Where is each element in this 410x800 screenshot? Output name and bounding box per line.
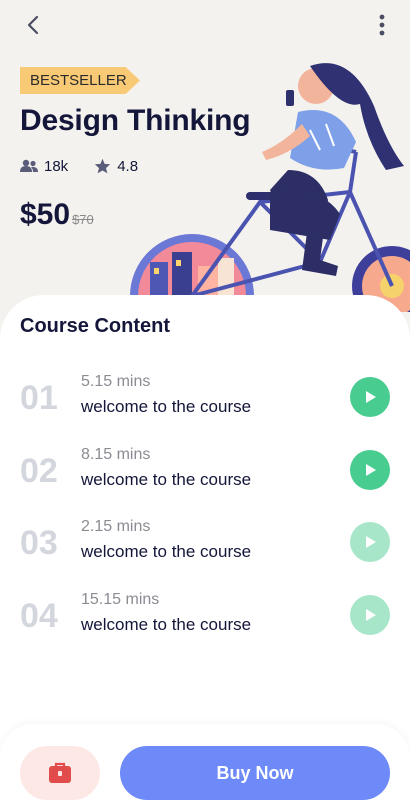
lesson-title: welcome to the course — [81, 542, 252, 561]
course-detail-screen: BESTSELLER Design Thinking 18k 4.8 $50 $… — [0, 0, 410, 800]
users-icon — [20, 159, 38, 172]
course-meta: 18k 4.8 — [20, 155, 138, 177]
play-icon — [366, 391, 376, 403]
lesson-duration: 15.15 mins — [81, 591, 160, 608]
more-vertical-icon — [379, 14, 385, 36]
play-icon — [366, 609, 376, 621]
lesson-duration: 5.15 mins — [81, 373, 151, 390]
back-button[interactable] — [20, 12, 46, 38]
course-title: Design Thinking — [20, 104, 251, 137]
play-button[interactable] — [350, 522, 390, 562]
price-row: $50 $70 — [20, 198, 94, 232]
lesson-number: 04 — [20, 597, 58, 635]
play-icon — [366, 536, 376, 548]
lesson-number: 01 — [20, 379, 58, 417]
lesson-title: welcome to the course — [81, 470, 252, 489]
lesson-number: 02 — [20, 452, 58, 490]
more-options-button[interactable] — [374, 12, 390, 38]
course-content-heading: Course Content — [20, 315, 170, 337]
top-bar — [0, 0, 410, 52]
buy-now-button[interactable]: Buy Now — [120, 746, 390, 800]
lesson-item[interactable]: 02 8.15 mins welcome to the course — [20, 446, 390, 498]
course-rating: 4.8 — [94, 158, 138, 175]
shopping-bag-icon — [49, 762, 71, 783]
students-count: 18k — [20, 158, 68, 175]
lesson-item[interactable]: 01 5.15 mins welcome to the course — [20, 373, 390, 425]
original-price: $70 — [72, 212, 94, 227]
play-icon — [366, 464, 376, 476]
bottom-action-bar: Buy Now — [0, 724, 410, 800]
lesson-duration: 8.15 mins — [81, 446, 151, 463]
lesson-title: welcome to the course — [81, 397, 252, 416]
play-button[interactable] — [350, 450, 390, 490]
add-to-cart-button[interactable] — [20, 746, 100, 800]
cyclist-illustration — [130, 63, 410, 312]
students-count-value: 18k — [44, 157, 69, 175]
lesson-item[interactable]: 03 2.15 mins welcome to the course — [20, 518, 390, 570]
current-price: $50 — [20, 198, 71, 231]
bestseller-badge: BESTSELLER — [20, 67, 140, 94]
play-button[interactable] — [350, 377, 390, 417]
course-rating-value: 4.8 — [117, 157, 139, 175]
chevron-left-icon — [27, 15, 39, 35]
lesson-duration: 2.15 mins — [81, 518, 151, 535]
star-icon — [95, 158, 111, 174]
lesson-title: welcome to the course — [81, 615, 252, 634]
play-button[interactable] — [350, 595, 390, 635]
lesson-item[interactable]: 04 15.15 mins welcome to the course — [20, 591, 390, 643]
lesson-number: 03 — [20, 524, 58, 562]
